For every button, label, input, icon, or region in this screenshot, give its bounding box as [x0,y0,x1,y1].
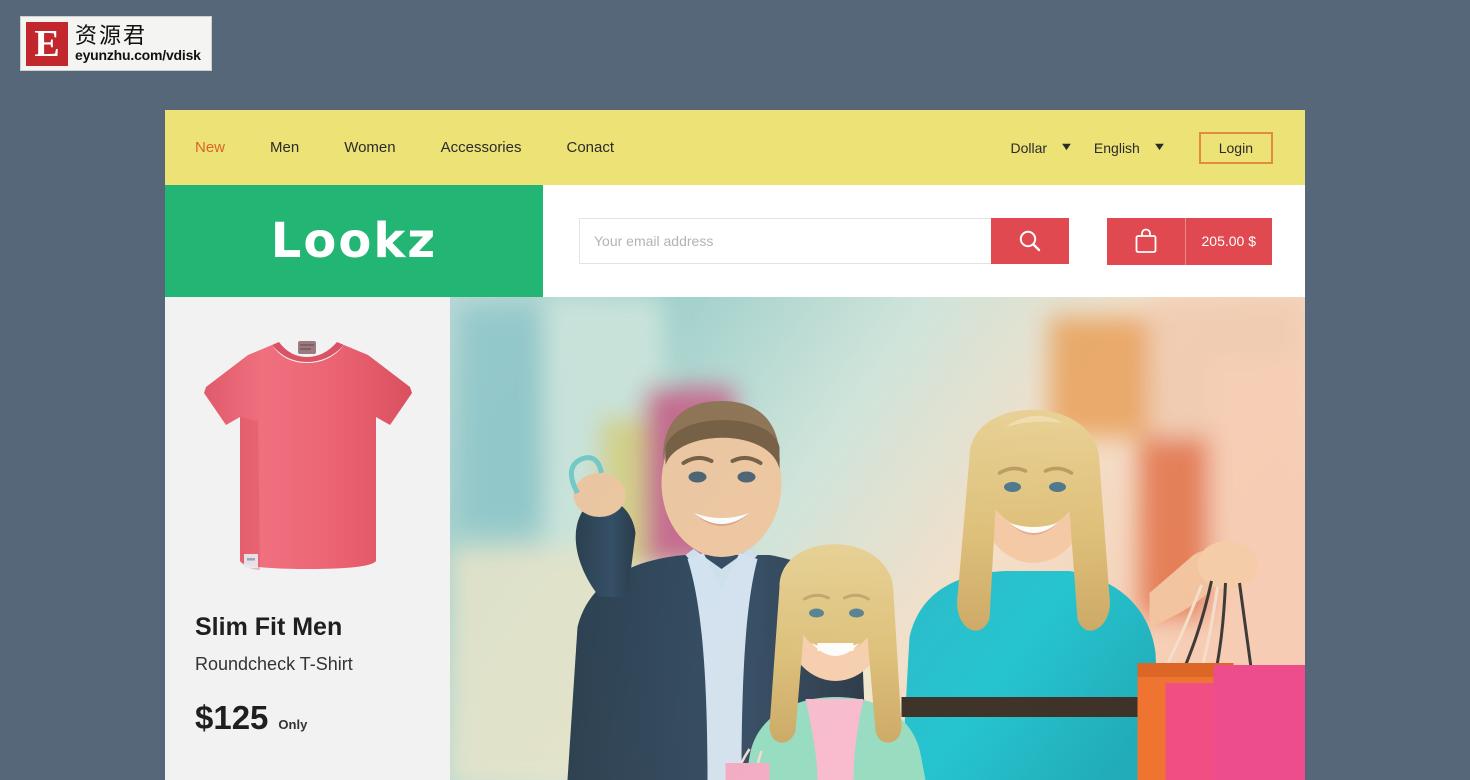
nav-links: New Men Women Accessories Conact [195,139,659,156]
watermark-text: 资源君 eyunzhu.com/vdisk [75,25,201,63]
brand-name-first: L [270,213,304,269]
watermark-logo: E 资源君 eyunzhu.com/vdisk [20,16,212,71]
site-container: New Men Women Accessories Conact Dollar … [165,110,1305,780]
chevron-down-icon: ▼ [1151,141,1167,153]
product-price-note: Only [278,717,308,732]
watermark-url: eyunzhu.com/vdisk [75,46,201,63]
nav-item-men[interactable]: Men [270,139,299,156]
watermark-chinese: 资源君 [75,23,148,49]
login-button[interactable]: Login [1198,131,1273,164]
language-selector[interactable]: English ▼ [1093,139,1167,156]
watermark-e-box: E [26,21,68,66]
page-root: E 资源君 eyunzhu.com/vdisk New Men Women Ac… [0,0,1470,780]
currency-selector[interactable]: Dollar ▼ [1010,139,1074,156]
shopping-bag-icon [1135,228,1156,253]
nav-item-accessories[interactable]: Accessories [441,139,522,156]
tshirt-image [204,341,412,570]
nav-item-conact[interactable]: Conact [566,139,614,156]
nav-right-group: Dollar ▼ English ▼ Login [1010,131,1273,164]
brand-logo-block[interactable]: Lookz [165,185,543,297]
search-input[interactable] [579,218,991,264]
currency-selector-value: Dollar [1010,139,1048,156]
watermark-letter: E [34,22,60,65]
search-icon [1019,230,1041,252]
nav-item-women[interactable]: Women [344,139,395,156]
brand-name: Lookz [271,213,437,269]
brand-name-rest: ookz [303,213,438,269]
hero-banner[interactable] [450,297,1305,780]
product-price: $125 [195,699,269,736]
search-button[interactable] [991,218,1069,264]
cart-total: 205.00 $ [1201,233,1257,249]
cart-icon-area [1107,218,1185,265]
nav-item-new[interactable]: New [195,139,225,156]
product-price-row: $125 Only [195,699,420,737]
language-selector-value: English [1093,139,1140,156]
cart-button[interactable]: 205.00 $ [1106,217,1272,265]
product-title: Slim Fit Men [195,613,343,641]
product-panel: Slim Fit Men Roundcheck T-Shirt $125 Onl… [165,297,450,780]
product-subtitle: Roundcheck T-Shirt [195,654,353,674]
brand-search-row: Lookz Your email address 205.00 $ [165,185,1305,297]
chevron-down-icon: ▼ [1059,141,1074,153]
top-navigation-bar: New Men Women Accessories Conact Dollar … [165,110,1305,185]
hero-image [450,297,1305,780]
search-area: 205.00 $ [543,185,1305,297]
product-image[interactable] [195,319,420,589]
content-area: Slim Fit Men Roundcheck T-Shirt $125 Onl… [165,297,1305,780]
